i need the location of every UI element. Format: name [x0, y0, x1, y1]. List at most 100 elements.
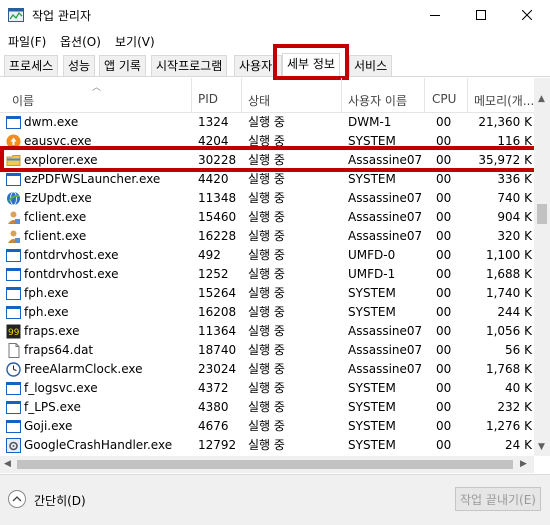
table-row[interactable]: fontdrvhost.exe 492 실행 중 UMFD-0 00 1,100 K — [0, 246, 534, 265]
column-cpu[interactable]: CPU — [432, 92, 456, 106]
cell-memory: 1,740 K — [485, 286, 532, 300]
tab-startup[interactable]: 시작프로그램 — [151, 55, 228, 76]
vertical-scrollbar[interactable]: ▲ ▼ — [534, 78, 550, 456]
table-row[interactable]: f_LPS.exe 4380 실행 중 SYSTEM 00 232 K — [0, 398, 534, 417]
window-app-icon — [6, 305, 21, 320]
scroll-down-icon[interactable]: ▼ — [538, 442, 545, 452]
fraps-icon: 99 — [6, 324, 21, 339]
tab-performance[interactable]: 성능 — [63, 55, 96, 76]
cell-user: SYSTEM — [348, 400, 396, 414]
collapse-button[interactable]: 간단히(D) — [34, 492, 86, 509]
table-row[interactable]: fclient.exe 15460 실행 중 Assassine07 00 904 K — [0, 208, 534, 227]
window-title: 작업 관리자 — [32, 9, 92, 23]
cell-cpu: 00 — [436, 248, 452, 262]
table-row[interactable]: fclient.exe 16228 실행 중 Assassine07 00 320 K — [0, 227, 534, 246]
menu-options[interactable]: 옵션(O) — [60, 33, 101, 50]
cell-cpu: 00 — [436, 229, 452, 243]
horizontal-scroll-thumb[interactable] — [17, 460, 513, 469]
table-row[interactable]: fph.exe 15264 실행 중 SYSTEM 00 1,740 K — [0, 284, 534, 303]
menu-view[interactable]: 보기(V) — [115, 33, 155, 50]
cell-pid: 492 — [198, 248, 221, 262]
table-row[interactable]: fph.exe 16208 실행 중 SYSTEM 00 244 K — [0, 303, 534, 322]
cell-status: 실행 중 — [248, 419, 285, 433]
cell-user: SYSTEM — [348, 305, 396, 319]
cell-user: SYSTEM — [348, 286, 396, 300]
table-row[interactable]: ezPDFWSLauncher.exe 4420 실행 중 SYSTEM 00 336 K — [0, 170, 534, 189]
table-row[interactable]: GoogleCrashHandler.exe 12792 실행 중 SYSTEM 00 2… — [0, 436, 534, 455]
cell-pid: 11364 — [198, 324, 237, 338]
window-app-icon — [6, 115, 21, 130]
column-divider — [424, 78, 425, 112]
column-memory[interactable]: 메모리(개... — [474, 92, 534, 109]
column-divider — [191, 78, 192, 112]
minimize-button[interactable] — [412, 0, 458, 30]
cell-status: 실행 중 — [248, 172, 285, 186]
task-manager-icon — [8, 8, 24, 22]
title-bar: 작업 관리자 — [0, 0, 550, 30]
tab-app-history[interactable]: 앱 기록 — [99, 55, 146, 76]
cell-name: GoogleCrashHandler.exe — [24, 438, 173, 452]
cell-cpu: 00 — [436, 286, 452, 300]
clock-icon — [6, 362, 21, 377]
close-button[interactable] — [504, 0, 550, 30]
cell-pid: 1324 — [198, 115, 229, 129]
cell-user: Assassine07 — [348, 229, 423, 243]
table-row[interactable]: f_logsvc.exe 4372 실행 중 SYSTEM 00 40 K — [0, 379, 534, 398]
cell-user: Assassine07 — [348, 324, 423, 338]
end-task-button[interactable]: 작업 끝내기(E) — [455, 487, 541, 511]
cell-status: 실행 중 — [248, 343, 285, 357]
window-app-icon — [6, 172, 21, 187]
cell-pid: 16228 — [198, 229, 237, 243]
table-row[interactable]: FreeAlarmClock.exe 23024 실행 중 Assassine07 00… — [0, 360, 534, 379]
cell-user: SYSTEM — [348, 381, 396, 395]
cell-user: UMFD-0 — [348, 248, 396, 262]
cell-name: fraps64.dat — [24, 343, 94, 357]
cell-pid: 15264 — [198, 286, 237, 300]
cell-memory: 1,768 K — [485, 362, 532, 376]
user-client-icon — [6, 229, 21, 244]
scroll-up-icon[interactable]: ▲ — [538, 94, 545, 104]
table-row[interactable]: EzUpdt.exe 11348 실행 중 Assassine07 00 740 K — [0, 189, 534, 208]
scroll-left-icon[interactable]: ◀ — [4, 459, 11, 469]
cell-status: 실행 중 — [248, 210, 285, 224]
maximize-icon — [476, 10, 486, 20]
table-row[interactable]: Goji.exe 4676 실행 중 SYSTEM 00 1,276 K — [0, 417, 534, 436]
menu-file[interactable]: 파일(F) — [8, 33, 46, 50]
cell-user: Assassine07 — [348, 343, 423, 357]
cell-memory: 1,100 K — [485, 248, 532, 262]
horizontal-scrollbar[interactable]: ◀ ▶ — [0, 456, 534, 473]
vertical-scroll-thumb[interactable] — [537, 204, 547, 224]
tab-services[interactable]: 서비스 — [349, 55, 393, 76]
tab-highlight-box — [273, 44, 349, 80]
cell-name: EzUpdt.exe — [24, 191, 92, 205]
cell-name: fclient.exe — [24, 210, 87, 224]
cell-name: Goji.exe — [24, 419, 73, 433]
cell-pid: 1252 — [198, 267, 229, 281]
cell-status: 실행 중 — [248, 229, 285, 243]
cell-status: 실행 중 — [248, 267, 285, 281]
column-status[interactable]: 상태 — [248, 92, 270, 109]
user-client-icon — [6, 210, 21, 225]
row-highlight-box — [0, 146, 538, 172]
table-row[interactable]: dwm.exe 1324 실행 중 DWM-1 00 21,360 K — [0, 113, 534, 132]
chevron-up-icon[interactable] — [8, 490, 26, 508]
tab-processes[interactable]: 프로세스 — [4, 55, 59, 76]
table-row[interactable]: 99 fraps.exe 11364 실행 중 Assassine07 00 1,056 K — [0, 322, 534, 341]
scroll-right-icon[interactable]: ▶ — [520, 459, 527, 469]
table-row[interactable]: fontdrvhost.exe 1252 실행 중 UMFD-1 00 1,688 K — [0, 265, 534, 284]
cell-name: fraps.exe — [24, 324, 80, 338]
cell-pid: 15460 — [198, 210, 237, 224]
cell-cpu: 00 — [436, 305, 452, 319]
cell-name: fph.exe — [24, 305, 69, 319]
cell-pid: 4380 — [198, 400, 229, 414]
table-row[interactable]: fraps64.dat 18740 실행 중 Assassine07 00 56 K — [0, 341, 534, 360]
column-user[interactable]: 사용자 이름 — [348, 92, 407, 109]
maximize-button[interactable] — [458, 0, 504, 30]
cell-pid: 11348 — [198, 191, 237, 205]
cell-memory: 244 K — [497, 305, 532, 319]
cell-user: SYSTEM — [348, 419, 396, 433]
column-pid[interactable]: PID — [198, 92, 218, 106]
column-name[interactable]: 이름 — [12, 92, 34, 109]
cell-cpu: 00 — [436, 362, 452, 376]
footer-bar: 간단히(D) 작업 끝내기(E) — [0, 474, 550, 525]
